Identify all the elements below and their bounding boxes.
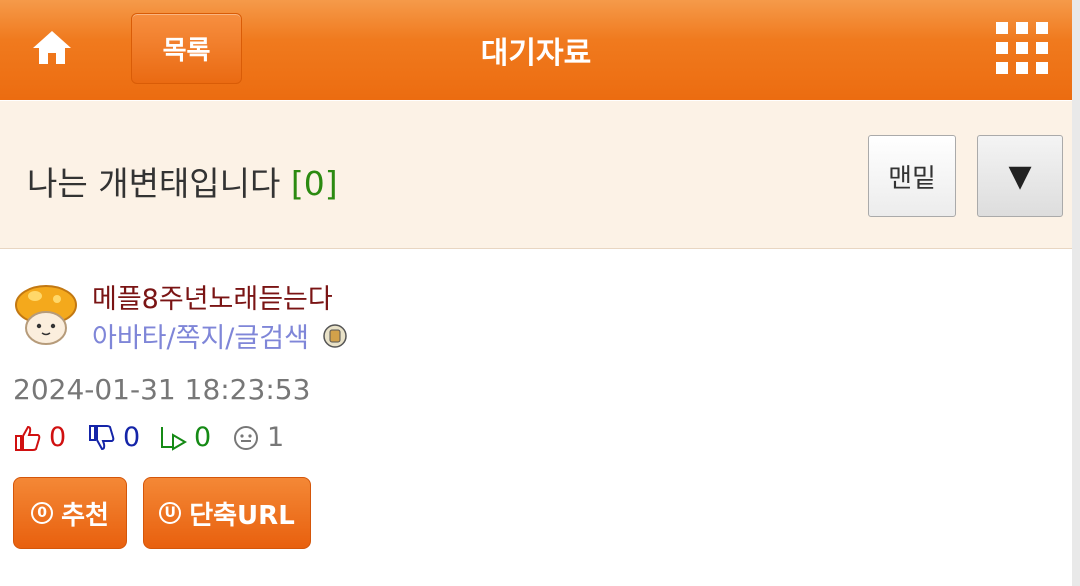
short-url-label: 단축URL xyxy=(189,500,295,531)
thumbs-down-icon xyxy=(89,424,115,450)
mushroom-avatar xyxy=(15,285,77,345)
dislike-count: 0 xyxy=(123,422,141,453)
recommend-label: 추천 xyxy=(61,500,109,531)
recommend-icon: 0 xyxy=(31,502,54,524)
share-stat[interactable]: 0 xyxy=(158,422,211,453)
post-title: 나는 개변태입니다 [0] xyxy=(27,157,338,205)
like-count: 0 xyxy=(49,422,67,453)
view-count: 1 xyxy=(267,422,285,453)
like-stat[interactable]: 0 xyxy=(13,422,66,453)
share-icon xyxy=(161,426,187,451)
short-url-icon: U xyxy=(159,502,182,524)
page-title: 대기자료 xyxy=(480,36,592,71)
scrollbar[interactable] xyxy=(1072,0,1080,586)
badge-icon xyxy=(322,323,348,349)
smiley-icon xyxy=(234,425,258,450)
post-date: 2024-01-31 18:23:53 xyxy=(13,373,311,406)
dislike-stat[interactable]: 0 xyxy=(87,422,140,453)
scroll-down-button[interactable]: ▼ xyxy=(977,135,1063,217)
author-name[interactable]: 메플8주년노래듣는다 xyxy=(92,277,333,316)
author-links[interactable]: 아바타/쪽지/글검색 xyxy=(92,316,309,355)
go-bottom-button[interactable]: 맨밑 xyxy=(868,135,956,217)
view-stat: 1 xyxy=(231,422,284,453)
thumbs-up-icon xyxy=(15,425,41,451)
recommend-button[interactable]: 0 추천 xyxy=(13,477,127,549)
grid-menu-icon xyxy=(996,22,1048,74)
post-title-text: 나는 개변태입니다 xyxy=(27,164,281,203)
avatar[interactable] xyxy=(13,283,79,347)
short-url-button[interactable]: U 단축URL xyxy=(143,477,311,549)
grid-menu-button[interactable] xyxy=(994,20,1050,76)
post-title-bar: 나는 개변태입니다 [0] 맨밑 ▼ xyxy=(0,101,1072,249)
share-count: 0 xyxy=(194,422,212,453)
comment-count[interactable]: [0] xyxy=(291,164,338,203)
top-bar: 목록 대기자료 xyxy=(0,0,1072,100)
